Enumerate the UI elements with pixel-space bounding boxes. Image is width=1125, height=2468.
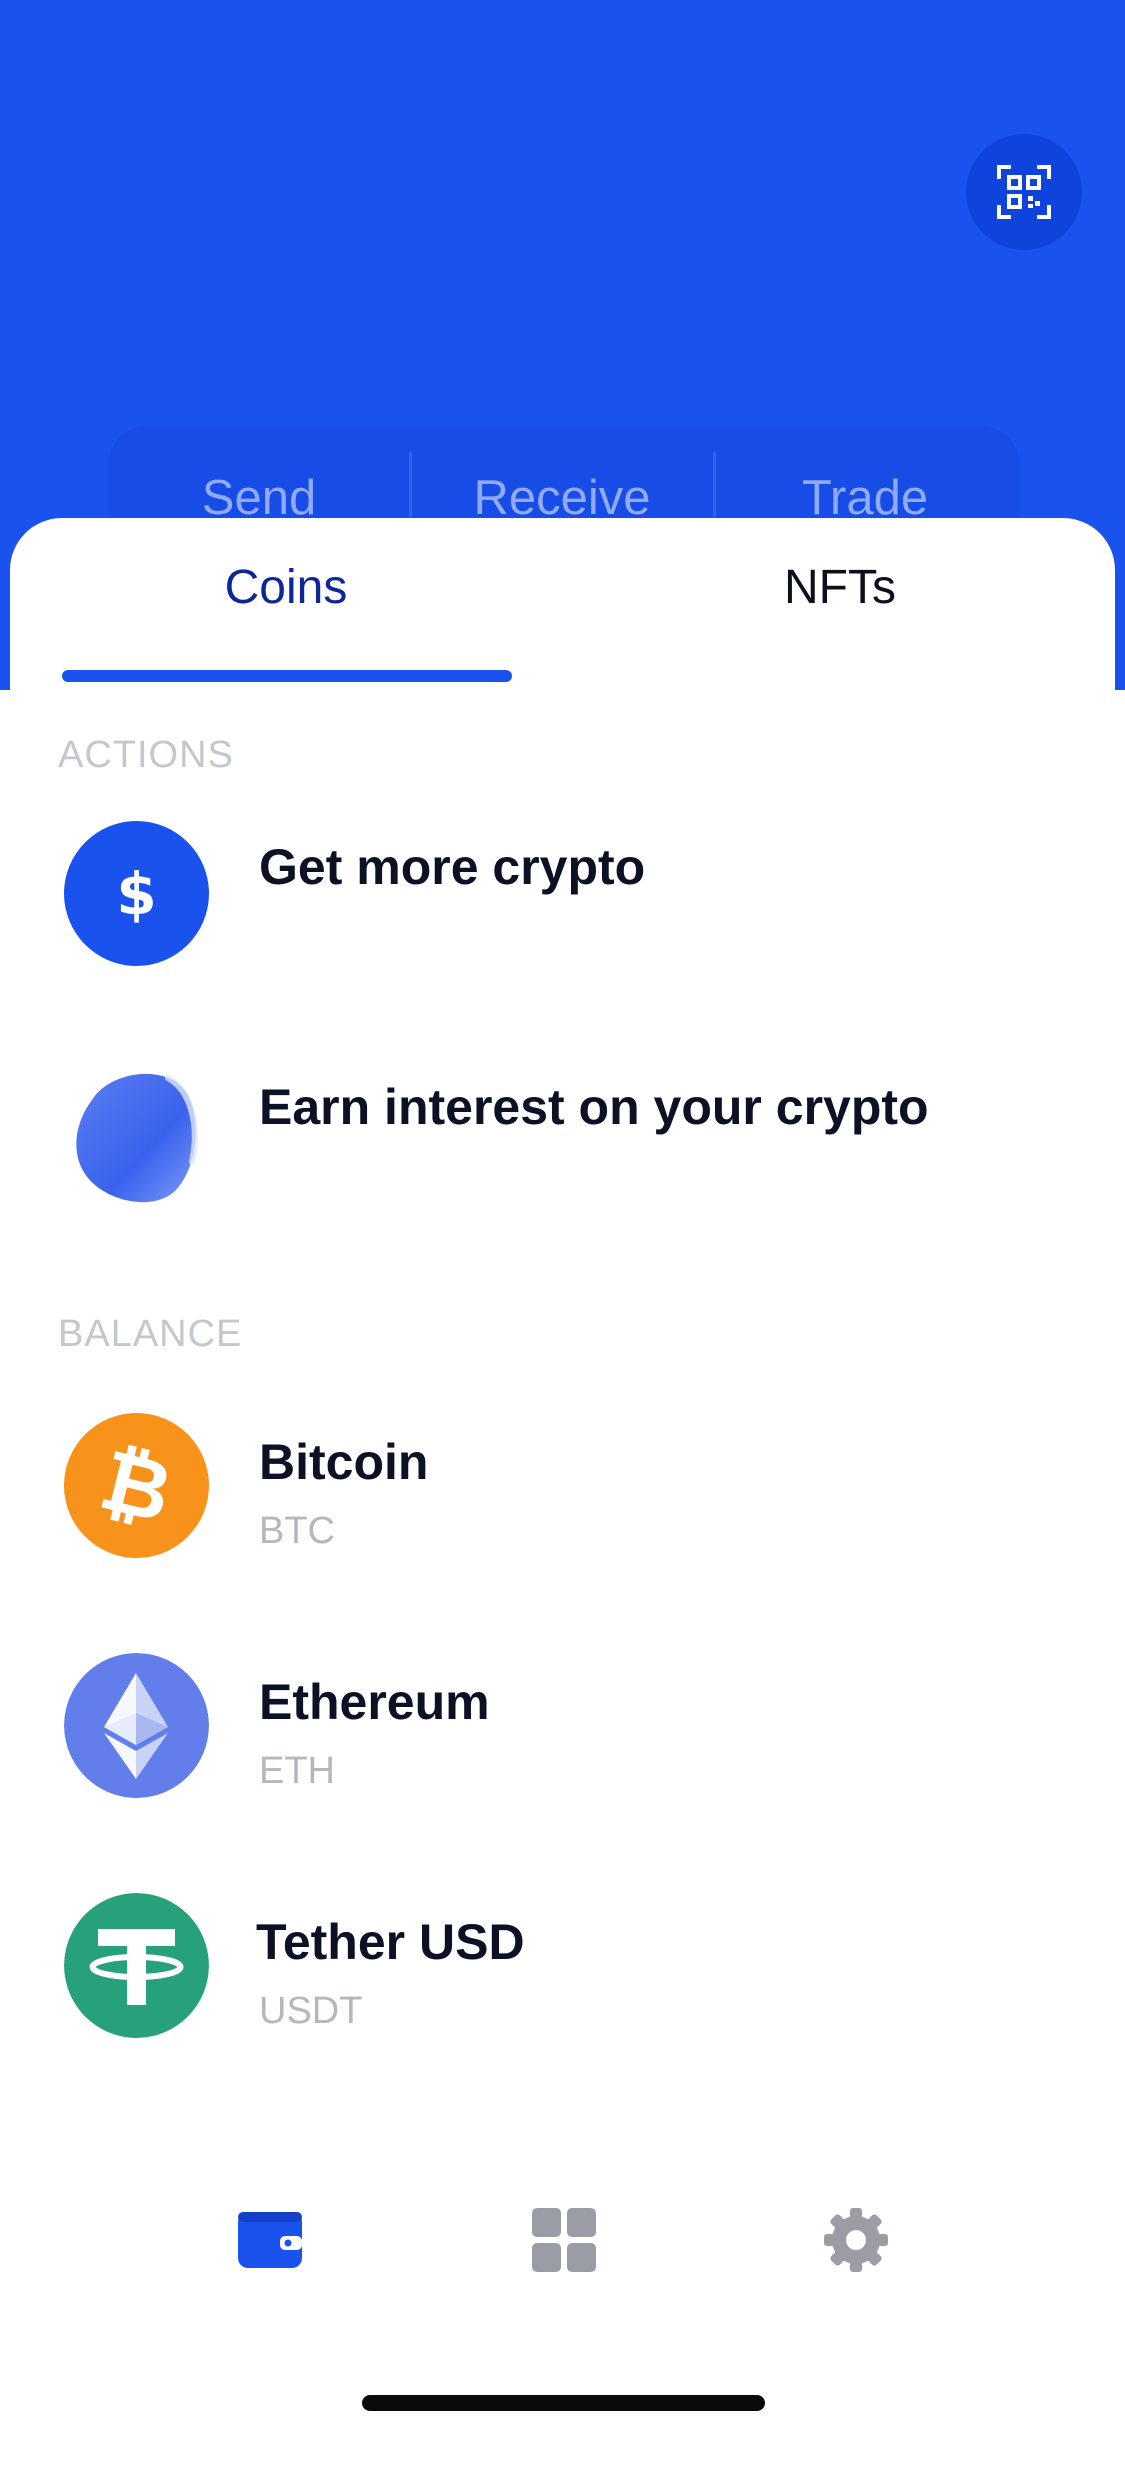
settings-gear-icon[interactable]	[820, 2204, 892, 2276]
tab-coins[interactable]: Coins	[86, 560, 486, 615]
actions-section-title: ACTIONS	[58, 734, 234, 776]
home-indicator	[362, 2395, 765, 2411]
apps-grid-icon[interactable]	[528, 2204, 600, 2276]
coin-symbol: ETH	[259, 1750, 335, 1792]
wallet-icon[interactable]	[234, 2204, 306, 2276]
coin-symbol: BTC	[259, 1510, 335, 1552]
coin-name: Ethereum	[259, 1674, 490, 1730]
ethereum-icon	[64, 1653, 209, 1798]
coin-name: Tether USD	[256, 1914, 525, 1970]
scan-qr-button[interactable]	[966, 134, 1082, 250]
coin-name: Bitcoin	[259, 1434, 429, 1490]
balance-section-title: BALANCE	[58, 1313, 243, 1355]
dollar-icon: $	[64, 821, 209, 966]
bottom-navigation	[0, 2156, 1125, 2436]
blob-icon	[76, 1073, 198, 1203]
tab-nfts[interactable]: NFTs	[640, 560, 1040, 615]
qr-code-icon	[997, 165, 1051, 219]
bitcoin-icon: ₿	[64, 1413, 209, 1558]
item-label: Earn interest on your crypto	[259, 1079, 929, 1135]
active-tab-indicator	[62, 670, 512, 682]
coin-symbol: USDT	[259, 1990, 363, 2032]
tether-icon	[64, 1893, 209, 2038]
item-label: Get more crypto	[259, 839, 646, 895]
